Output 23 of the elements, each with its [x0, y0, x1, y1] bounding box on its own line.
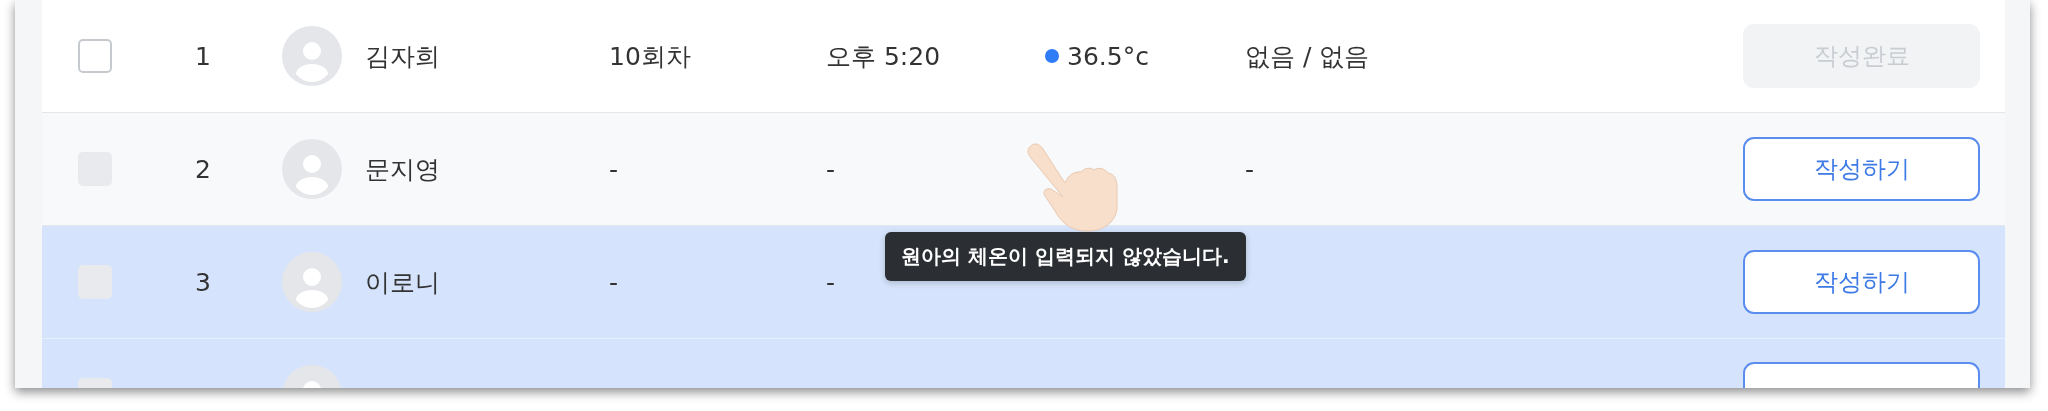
- check-time: -: [826, 154, 836, 184]
- session-count: 10회차: [609, 41, 691, 71]
- row-number: 2: [195, 154, 211, 184]
- allergy-status: 없음 / 없음: [1245, 41, 1370, 71]
- child-name: 문지영: [365, 153, 440, 186]
- session-count: -: [609, 267, 619, 297]
- temperature: 36.5°c: [1067, 41, 1149, 71]
- avatar-icon: [282, 252, 342, 312]
- child-name: 김자희: [365, 40, 440, 73]
- write-button[interactable]: 작성하기: [1743, 250, 1980, 314]
- row-number: 1: [195, 41, 211, 71]
- checkbox[interactable]: [78, 39, 112, 73]
- check-time: 오후 5:20: [826, 41, 941, 71]
- write-button[interactable]: 작성하기: [1743, 137, 1980, 201]
- check-time: -: [826, 267, 836, 297]
- child-name: 이로니: [365, 266, 440, 299]
- allergy-status: -: [1245, 154, 1255, 184]
- avatar-icon: [282, 139, 342, 199]
- table-row[interactable]: 2 문지영 - - - 작성하기: [42, 113, 2005, 226]
- avatar-icon: [282, 26, 342, 86]
- row-number: 3: [195, 267, 211, 297]
- tooltip: 원아의 체온이 입력되지 않았습니다.: [885, 232, 1246, 281]
- session-count: -: [609, 154, 619, 184]
